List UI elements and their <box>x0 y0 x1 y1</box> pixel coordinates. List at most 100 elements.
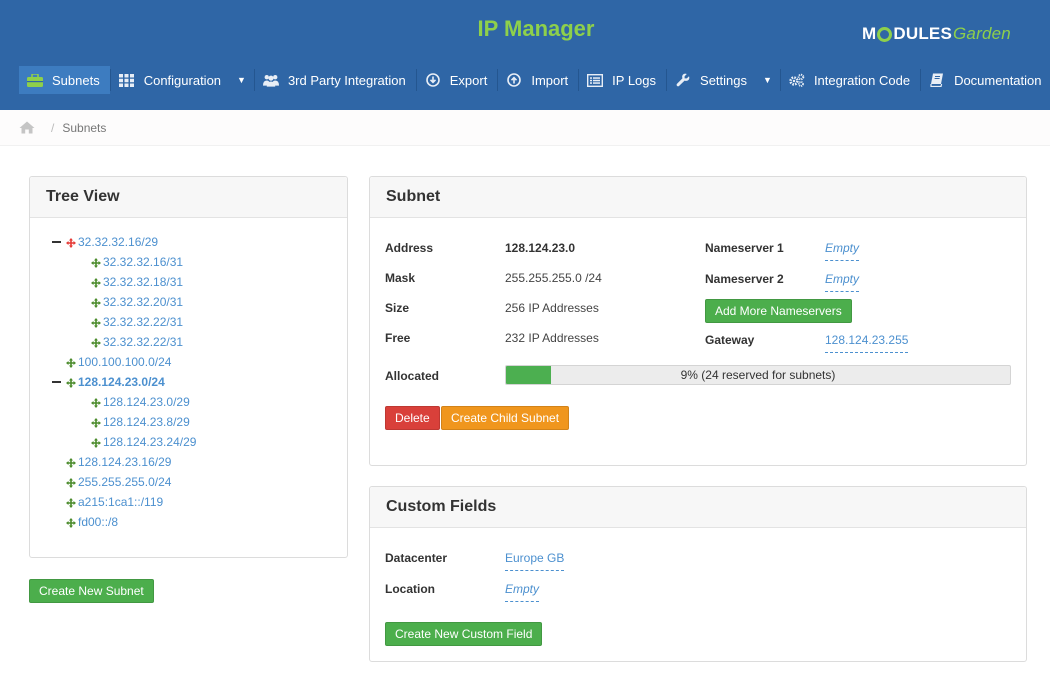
tree-node[interactable]: 128.124.23.24/29 <box>91 435 196 449</box>
tree-node[interactable]: 128.124.23.8/29 <box>91 415 190 429</box>
nav-item-configuration[interactable]: Configuration <box>111 66 231 94</box>
wrench-icon <box>675 73 691 87</box>
allocated-label: Allocated <box>385 369 440 383</box>
allocated-progress-bar: 9% (24 reserved for subnets) <box>505 365 1011 385</box>
tree-node[interactable]: 32.32.32.22/31 <box>91 315 183 329</box>
nav-item-import[interactable]: Import <box>498 66 578 94</box>
node-move-icon <box>91 437 101 448</box>
tree-node-label: 100.100.100.0/24 <box>78 355 172 369</box>
address-label: Address <box>385 241 434 255</box>
home-icon[interactable] <box>19 121 35 135</box>
tree-node[interactable]: 128.124.23.16/29 <box>66 455 171 469</box>
size-label: Size <box>385 301 410 315</box>
free-value: 232 IP Addresses <box>505 331 599 345</box>
caret-down-icon: ▼ <box>237 75 246 85</box>
nav-item-subnets[interactable]: Subnets <box>19 66 110 94</box>
nav-item-ip-logs[interactable]: IP Logs <box>579 66 666 94</box>
node-move-icon <box>91 277 101 288</box>
gateway-label: Gateway <box>705 333 755 347</box>
caret-down-icon: ▼ <box>763 75 772 85</box>
size-value: 256 IP Addresses <box>505 301 599 315</box>
book-icon <box>929 73 945 87</box>
tree-node[interactable]: 32.32.32.16/29 <box>52 235 158 249</box>
tree-node-label: 32.32.32.16/31 <box>103 255 184 269</box>
tree-node[interactable]: 32.32.32.22/31 <box>91 335 183 349</box>
main-nav: Subnets Configuration ▼ 3rd Party Integr… <box>19 66 1050 94</box>
nav-item-export[interactable]: Export <box>417 66 498 94</box>
nav-item-documentation[interactable]: Documentation <box>921 66 1050 94</box>
breadcrumb-separator: / <box>51 120 55 135</box>
datacenter-editable[interactable]: Europe GB <box>505 551 565 571</box>
location-editable[interactable]: Empty <box>505 582 540 602</box>
tree-node-label: 128.124.23.8/29 <box>103 415 190 429</box>
download-icon <box>425 73 441 87</box>
create-new-subnet-button[interactable]: Create New Subnet <box>29 579 154 603</box>
tree-node[interactable]: a215:1ca1::/119 <box>66 495 163 509</box>
nameserver-1-label: Nameserver 1 <box>705 241 784 255</box>
collapse-icon[interactable] <box>52 241 61 243</box>
users-icon <box>262 73 279 87</box>
delete-subnet-button[interactable]: Delete <box>385 406 440 430</box>
grid-icon <box>119 73 135 87</box>
location-label: Location <box>385 582 435 596</box>
collapse-icon[interactable] <box>52 381 61 383</box>
nameserver-1-editable[interactable]: Empty <box>825 241 860 261</box>
nav-item-3rd-party-integration[interactable]: 3rd Party Integration <box>255 66 416 94</box>
tree-node[interactable]: 32.32.32.20/31 <box>91 295 183 309</box>
logo-ring-icon <box>877 26 893 42</box>
upload-icon <box>506 73 522 87</box>
node-move-icon <box>91 417 101 428</box>
gateway-editable[interactable]: 128.124.23.255 <box>825 333 909 353</box>
nameserver-2-editable[interactable]: Empty <box>825 272 860 292</box>
mask-value: 255.255.255.0 /24 <box>505 271 602 285</box>
tree-node-label: a215:1ca1::/119 <box>78 495 164 509</box>
nav-item-integration-code[interactable]: Integration Code <box>781 66 920 94</box>
create-new-custom-field-button[interactable]: Create New Custom Field <box>385 622 543 646</box>
custom-fields-panel: Custom Fields Datacenter Europe GB Locat… <box>369 486 1027 662</box>
node-move-icon <box>91 337 101 348</box>
tree-node-label: 128.124.23.0/24 <box>78 375 165 389</box>
tree-node-label: 32.32.32.18/31 <box>103 275 184 289</box>
nav-item-settings[interactable]: Settings <box>667 66 757 94</box>
configuration-dropdown-toggle[interactable]: ▼ <box>231 66 254 94</box>
node-move-icon <box>66 237 76 248</box>
tree-node-label: 32.32.32.22/31 <box>103 315 184 329</box>
tree-node-label: 32.32.32.20/31 <box>103 295 184 309</box>
settings-dropdown-toggle[interactable]: ▼ <box>757 66 780 94</box>
subnet-panel-title: Subnet <box>370 177 1026 218</box>
breadcrumb: / Subnets <box>0 110 1050 146</box>
modulesgarden-logo[interactable]: M DULES Garden <box>862 21 1011 47</box>
node-move-icon <box>66 517 76 528</box>
add-more-nameservers-button[interactable]: Add More Nameservers <box>705 299 852 323</box>
tree-node-label: 128.124.23.16/29 <box>78 455 172 469</box>
datacenter-label: Datacenter <box>385 551 448 565</box>
free-label: Free <box>385 331 411 345</box>
node-move-icon <box>91 397 101 408</box>
custom-fields-title: Custom Fields <box>370 487 1026 528</box>
node-move-icon <box>66 477 76 488</box>
address-value: 128.124.23.0 <box>505 241 576 255</box>
node-move-icon <box>91 257 101 268</box>
tree-node[interactable]: 255.255.255.0/24 <box>66 475 171 489</box>
tree-node[interactable]: 32.32.32.18/31 <box>91 275 183 289</box>
tree-node[interactable]: 100.100.100.0/24 <box>66 355 171 369</box>
nameserver-2-label: Nameserver 2 <box>705 272 784 286</box>
tree-view-title: Tree View <box>30 177 347 218</box>
create-child-subnet-button[interactable]: Create Child Subnet <box>441 406 570 430</box>
tree-node[interactable]: 32.32.32.16/31 <box>91 255 183 269</box>
tree-node-label: 128.124.23.0/29 <box>103 395 190 409</box>
mask-label: Mask <box>385 271 416 285</box>
tree-node-label: 255.255.255.0/24 <box>78 475 172 489</box>
tree-node[interactable]: fd00::/8 <box>66 515 118 529</box>
tree-node-label: fd00::/8 <box>78 515 119 529</box>
briefcase-icon <box>27 73 43 87</box>
cogs-icon <box>789 73 805 87</box>
node-move-icon <box>66 457 76 468</box>
tree-node[interactable]: 128.124.23.0/29 <box>91 395 190 409</box>
node-move-icon <box>66 497 76 508</box>
tree-node-label: 32.32.32.22/31 <box>103 335 184 349</box>
node-move-icon <box>91 297 101 308</box>
node-move-icon <box>66 377 76 388</box>
tree-node-label: 128.124.23.24/29 <box>103 435 197 449</box>
tree-node[interactable]: 128.124.23.0/24 <box>52 375 165 389</box>
